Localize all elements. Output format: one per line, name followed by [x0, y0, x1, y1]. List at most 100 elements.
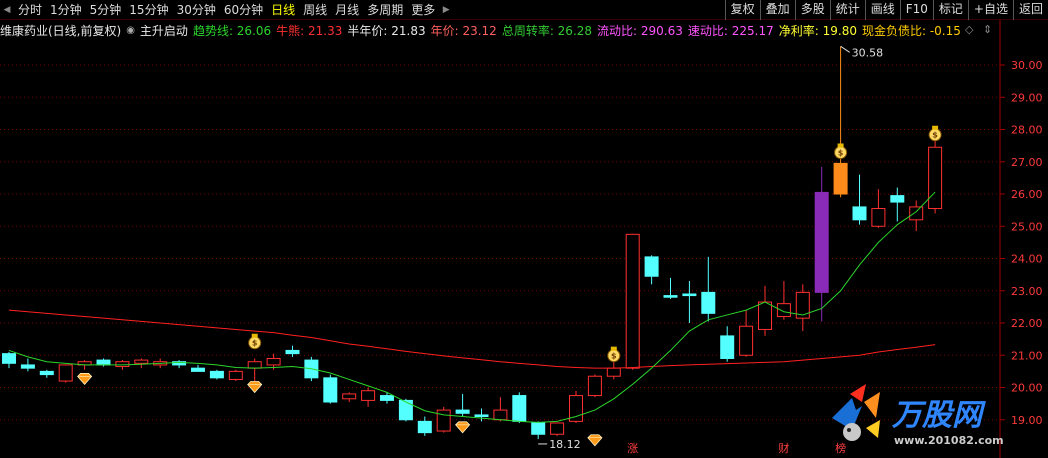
money-bag-sign: $	[932, 131, 938, 140]
candle[interactable]	[776, 281, 791, 320]
candle[interactable]	[455, 393, 470, 417]
indicator-value: 年价: 23.12	[430, 23, 497, 38]
candle[interactable]	[2, 352, 16, 369]
candle[interactable]	[436, 406, 451, 433]
toolbar-button[interactable]: 叠加	[759, 0, 795, 20]
candle[interactable]	[39, 369, 54, 378]
gem-icon	[77, 373, 93, 386]
money-bag-sign: $	[252, 339, 258, 348]
candle[interactable]	[58, 364, 73, 383]
candle[interactable]	[361, 387, 376, 407]
bottom-flag-label[interactable]: 财	[778, 441, 789, 455]
price-label-pointer	[840, 45, 850, 53]
axis-tick-label: 30.00	[1011, 59, 1043, 72]
tab-timeframe[interactable]: 分时	[14, 0, 46, 20]
indicator-value: 半年价: 21.83	[347, 23, 426, 38]
indicator-settings-icon[interactable]: ◉	[126, 25, 135, 36]
toolbar-button[interactable]: 复权	[724, 0, 760, 20]
gem-shape	[587, 434, 603, 447]
indicator-name[interactable]: 主升启动	[140, 22, 188, 39]
indicator-value: 流动比: 290.63	[597, 23, 683, 38]
candle-body	[909, 206, 924, 221]
candle-body	[871, 208, 886, 227]
stock-title[interactable]: 维康药业(日线,前复权)	[0, 22, 121, 39]
bull-bear-line	[8, 309, 936, 369]
tab-timeframe[interactable]: 60分钟	[220, 0, 267, 20]
toolbar-button[interactable]: F10	[899, 0, 933, 20]
candle[interactable]	[739, 310, 754, 357]
bottom-flag-label[interactable]: 涨	[627, 442, 638, 455]
candle[interactable]	[342, 392, 357, 403]
gem-shape	[455, 421, 471, 434]
toolbar-button[interactable]: 多股	[794, 0, 830, 20]
money-bag-sign: $	[611, 352, 617, 361]
candle[interactable]	[550, 422, 565, 436]
candle-body	[96, 359, 111, 366]
candle[interactable]	[890, 187, 905, 222]
candle[interactable]	[644, 255, 659, 285]
grid-lines	[0, 64, 1000, 421]
candle[interactable]	[814, 166, 829, 322]
toolbar-button[interactable]: 标记	[932, 0, 968, 20]
candle-body	[890, 195, 905, 203]
candle-body	[115, 361, 130, 368]
candle-body	[625, 233, 640, 369]
candle[interactable]	[928, 140, 943, 214]
candle[interactable]	[380, 392, 394, 404]
candle[interactable]	[663, 277, 678, 299]
candle[interactable]	[209, 369, 224, 380]
candle-body	[682, 293, 697, 297]
candle[interactable]	[833, 46, 848, 198]
candle[interactable]	[20, 358, 35, 372]
tab-timeframe[interactable]: 更多	[407, 0, 439, 20]
toolbar-button[interactable]: 画线	[864, 0, 900, 20]
candle-body	[342, 393, 357, 400]
tab-timeframe[interactable]: 1分钟	[46, 0, 86, 20]
axis-tick-label: 25.00	[1011, 220, 1043, 233]
candle[interactable]	[493, 397, 508, 422]
candle-body	[398, 399, 413, 421]
candle[interactable]	[172, 360, 187, 369]
candle[interactable]	[587, 374, 602, 398]
candle-body	[663, 295, 678, 298]
candle[interactable]	[531, 421, 546, 440]
scroll-left-icon[interactable]: ◀	[0, 0, 14, 20]
scroll-right-icon[interactable]: ▶	[439, 0, 453, 20]
candle[interactable]	[228, 369, 243, 382]
candle[interactable]	[191, 364, 205, 372]
candle[interactable]	[247, 358, 262, 382]
money-bag-neck	[932, 125, 939, 130]
candle[interactable]	[701, 256, 716, 322]
tab-timeframe[interactable]: 15分钟	[125, 0, 172, 20]
candle[interactable]	[625, 233, 640, 370]
price-label: 18.12	[538, 438, 581, 451]
toolbar-button[interactable]: +自选	[967, 0, 1013, 20]
tab-timeframe[interactable]: 周线	[299, 0, 331, 20]
candle[interactable]	[323, 374, 338, 404]
candle-body	[644, 256, 659, 277]
toolbar-button[interactable]: 统计	[829, 0, 865, 20]
candle-body	[758, 301, 772, 330]
tab-timeframe[interactable]: 日线	[267, 0, 299, 20]
candle-body	[833, 162, 848, 195]
tab-timeframe[interactable]: 月线	[331, 0, 363, 20]
candle[interactable]	[720, 326, 735, 362]
candle[interactable]	[795, 284, 810, 332]
candle[interactable]	[682, 281, 697, 324]
diamond-icon[interactable]: ◇	[965, 23, 973, 36]
candle[interactable]	[758, 285, 772, 336]
candle[interactable]	[512, 392, 527, 423]
candle-body	[512, 395, 527, 422]
candle[interactable]	[871, 189, 886, 228]
candle[interactable]	[285, 345, 300, 357]
watermark-logo: 万股网 www.201082.com	[822, 380, 1048, 458]
tab-timeframe[interactable]: 30分钟	[173, 0, 220, 20]
candle-body	[852, 206, 867, 221]
tab-timeframe[interactable]: 多周期	[363, 0, 407, 20]
tab-timeframe[interactable]: 5分钟	[86, 0, 126, 20]
scroll-updown-icon[interactable]: ⇕	[983, 23, 992, 36]
toolbar-button[interactable]: 返回	[1012, 0, 1048, 20]
candle[interactable]	[852, 174, 867, 225]
candle-body	[436, 409, 451, 432]
candle[interactable]	[134, 358, 149, 369]
